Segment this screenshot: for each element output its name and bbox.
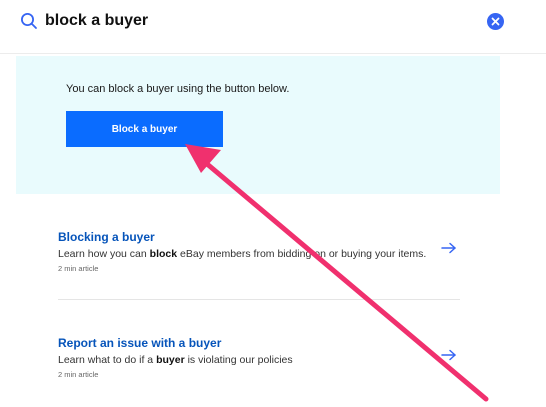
list-item[interactable]: Report an issue with a buyer Learn what …	[58, 336, 478, 380]
search-input[interactable]: block a buyer	[45, 11, 148, 31]
article-description-text: Learn how you can	[58, 248, 150, 260]
article-title[interactable]: Report an issue with a buyer	[58, 336, 478, 351]
article-description-keyword: buyer	[156, 354, 185, 366]
search-icon[interactable]	[20, 12, 38, 30]
article-description: Learn how you can block eBay members fro…	[58, 248, 478, 261]
search-bar: block a buyer	[0, 0, 546, 44]
article-description: Learn what to do if a buyer is violating…	[58, 354, 478, 367]
arrow-right-icon[interactable]	[441, 348, 457, 361]
divider	[0, 53, 546, 54]
article-description-text: Learn what to do if a	[58, 354, 157, 366]
divider	[58, 299, 460, 300]
article-read-time: 2 min article	[58, 370, 99, 379]
arrow-right-icon[interactable]	[441, 241, 457, 254]
article-description-keyword: block	[149, 248, 178, 260]
close-icon	[491, 17, 500, 26]
answer-text: You can block a buyer using the button b…	[66, 83, 290, 95]
article-title[interactable]: Blocking a buyer	[58, 230, 478, 245]
article-description-text: is violating our policies	[184, 354, 293, 366]
article-read-time: 2 min article	[58, 264, 99, 273]
article-description-text: eBay members from bidding on or buying y…	[177, 248, 427, 260]
list-item[interactable]: Blocking a buyer Learn how you can block…	[58, 230, 478, 274]
clear-search-button[interactable]	[487, 13, 504, 30]
answer-card: You can block a buyer using the button b…	[16, 56, 500, 194]
block-a-buyer-button[interactable]: Block a buyer	[66, 111, 223, 147]
